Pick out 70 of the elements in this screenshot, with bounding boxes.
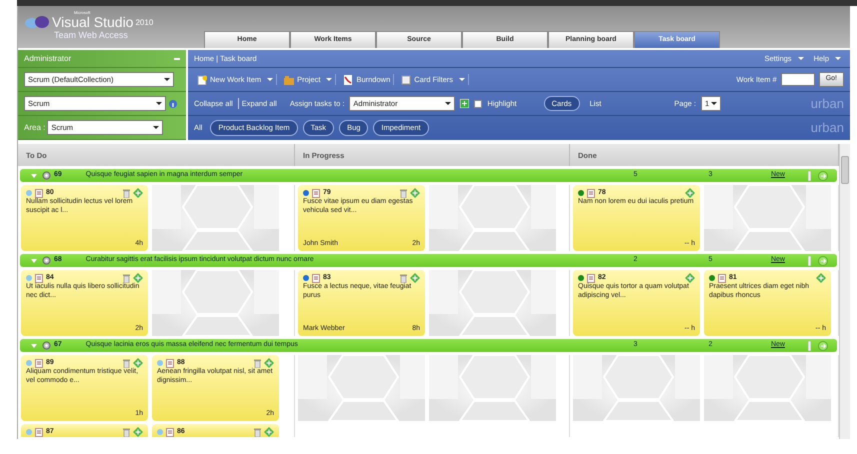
status-dot	[709, 275, 715, 281]
caret-icon[interactable]	[267, 78, 274, 81]
trash-icon[interactable]	[254, 358, 261, 368]
add-icon[interactable]	[133, 358, 143, 368]
status-dot	[303, 275, 309, 281]
info-icon	[169, 100, 177, 108]
document-icon	[35, 188, 43, 198]
trash-icon[interactable]	[123, 188, 130, 198]
collapse-icon[interactable]	[30, 258, 38, 264]
document-icon	[35, 428, 43, 436]
status-dot	[26, 190, 32, 196]
status-dot	[157, 429, 163, 435]
caret-icon[interactable]	[459, 78, 466, 81]
add-icon[interactable]	[133, 427, 143, 437]
trash-icon[interactable]	[400, 188, 407, 198]
folder-icon	[284, 74, 294, 84]
document-icon	[587, 274, 595, 282]
handle-icon[interactable]	[808, 256, 811, 266]
chart-icon	[343, 74, 354, 84]
collapse-icon[interactable]	[30, 172, 38, 178]
caret-icon[interactable]	[326, 78, 332, 81]
logo-text: urban	[810, 94, 844, 113]
logo-icon	[24, 15, 50, 29]
status-dot	[26, 360, 32, 366]
add-icon[interactable]	[410, 188, 420, 198]
scrollbar[interactable]	[839, 144, 850, 439]
add-icon[interactable]	[264, 427, 274, 437]
status-dot	[578, 275, 584, 281]
collapse-icon[interactable]	[30, 342, 38, 348]
new-document-icon	[197, 74, 207, 84]
work-item-field[interactable]	[780, 73, 815, 86]
product-version: 2010	[135, 17, 154, 29]
status-dot	[578, 190, 584, 196]
trash-icon[interactable]	[400, 274, 407, 282]
trash-icon[interactable]	[123, 358, 130, 368]
logo-text: urban	[810, 119, 844, 138]
add-icon[interactable]	[685, 273, 695, 283]
product-subtitle: Team Web Access	[54, 29, 129, 42]
trash-icon[interactable]	[254, 428, 261, 436]
highlight-checkbox[interactable]	[474, 100, 482, 108]
add-icon[interactable]	[264, 358, 274, 368]
status-dot	[157, 360, 163, 366]
add-icon[interactable]	[133, 273, 143, 283]
document-icon	[312, 188, 320, 198]
status-dot	[303, 190, 309, 196]
add-icon[interactable]	[410, 273, 420, 283]
handle-icon[interactable]	[808, 340, 811, 350]
document-icon	[587, 188, 595, 198]
trash-icon[interactable]	[123, 428, 130, 436]
document-icon	[718, 274, 726, 282]
document-icon	[35, 358, 43, 368]
status-dot	[26, 275, 32, 281]
user-name: Administrator	[24, 52, 72, 64]
document-icon	[35, 274, 43, 282]
product-name: Visual Studio	[52, 15, 134, 29]
document-icon	[166, 428, 174, 436]
add-icon[interactable]	[816, 273, 826, 283]
arrow-circle-icon[interactable]	[817, 170, 829, 180]
trash-icon[interactable]	[123, 274, 130, 282]
add-icon[interactable]	[460, 99, 470, 108]
handle-icon[interactable]	[808, 170, 811, 180]
document-icon	[312, 274, 320, 282]
document-icon	[166, 358, 174, 368]
arrow-circle-icon[interactable]	[817, 340, 829, 350]
arrow-circle-icon[interactable]	[817, 256, 829, 266]
area-label: Area :	[24, 122, 46, 134]
add-icon[interactable]	[685, 188, 695, 198]
filter-box-icon	[401, 74, 412, 84]
status-dot	[26, 429, 32, 435]
add-icon[interactable]	[133, 188, 143, 198]
